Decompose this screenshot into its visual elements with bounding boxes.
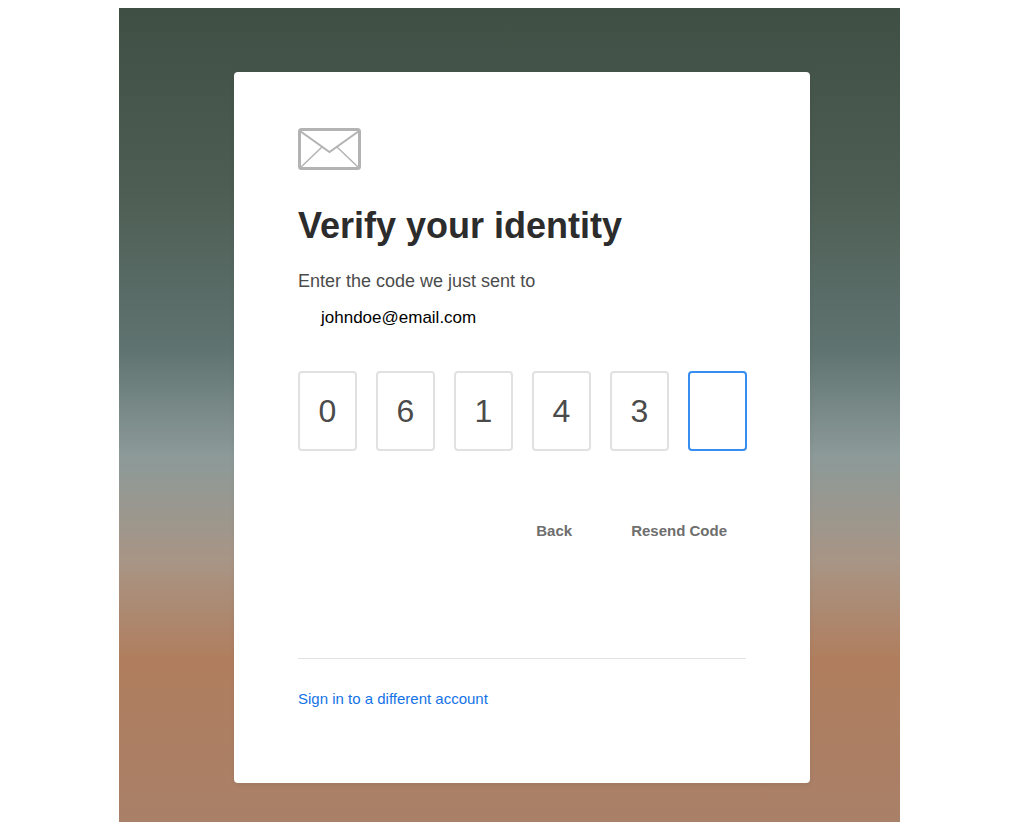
code-inputs xyxy=(298,371,746,451)
code-digit-input[interactable] xyxy=(688,371,747,451)
envelope-icon xyxy=(298,128,361,170)
code-digit-input[interactable] xyxy=(610,371,669,451)
background-photo: Verify your identity Enter the code we ju… xyxy=(119,8,900,822)
code-digit-input[interactable] xyxy=(532,371,591,451)
code-digit-input[interactable] xyxy=(454,371,513,451)
back-button[interactable]: Back xyxy=(517,521,591,541)
email-address: johndoe@email.com xyxy=(298,306,746,330)
different-account-link[interactable]: Sign in to a different account xyxy=(298,689,488,709)
page-title: Verify your identity xyxy=(298,204,746,248)
divider xyxy=(298,658,746,659)
instruction-text: Enter the code we just sent to xyxy=(298,269,746,293)
code-digit-input[interactable] xyxy=(376,371,435,451)
verify-card: Verify your identity Enter the code we ju… xyxy=(234,72,810,783)
code-digit-input[interactable] xyxy=(298,371,357,451)
resend-code-button[interactable]: Resend Code xyxy=(612,521,746,541)
action-row: Back Resend Code xyxy=(298,521,746,541)
